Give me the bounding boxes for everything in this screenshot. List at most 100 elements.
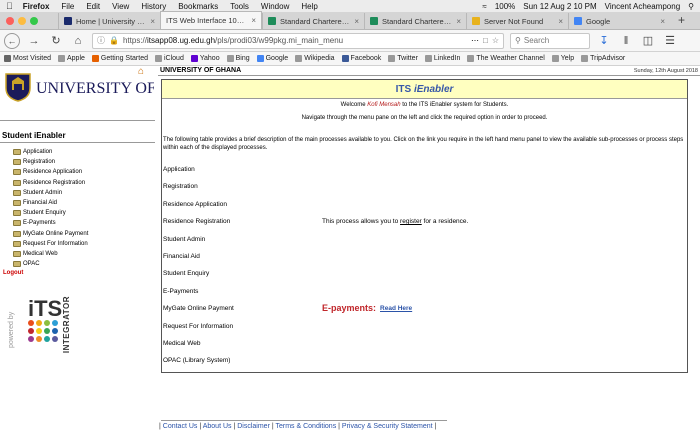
close-tab-icon[interactable]: × (354, 17, 359, 26)
globe-icon (551, 55, 559, 62)
menu-item-residence-application[interactable]: Residence Application (13, 167, 155, 177)
search-input[interactable]: ⚲ Search (510, 32, 590, 49)
about-us-link[interactable]: About Us (203, 423, 232, 430)
bookmark-most-visited[interactable]: Most Visited (4, 55, 51, 62)
bookmark-google[interactable]: Google (256, 55, 288, 62)
forward-button[interactable]: → (26, 35, 42, 47)
minimize-window-button[interactable] (18, 17, 26, 25)
clock[interactable]: Sun 12 Aug 2 10 PM (523, 2, 596, 11)
menu-window[interactable]: Window (261, 2, 289, 11)
bookmark-getting-started[interactable]: Getting Started (91, 55, 148, 62)
back-button[interactable]: ← (4, 32, 20, 49)
library-icon[interactable]: ‖ (618, 35, 634, 47)
its-logo-text: iTS (28, 296, 63, 321)
disclaimer-link[interactable]: Disclaimer (237, 423, 270, 430)
contact-us-link[interactable]: Contact Us (163, 423, 198, 430)
globe-icon (424, 55, 432, 62)
bookmark-yelp[interactable]: Yelp (551, 55, 574, 62)
menu-item-residence-registration[interactable]: Residence Registration (13, 178, 155, 188)
e-payments-label: E-payments: (322, 303, 377, 314)
process-list: Application Registration Residence Appli… (162, 166, 687, 375)
privacy-link[interactable]: Privacy & Security Statement (342, 423, 433, 430)
menu-item-request-for-information[interactable]: Request For Information (13, 239, 155, 249)
menu-item-mygate-online-payment[interactable]: MyGate Online Payment (13, 229, 155, 239)
menu-item-financial-aid[interactable]: Financial Aid (13, 198, 155, 208)
integrator-text: INTEGRATOR (62, 296, 71, 354)
menu-bookmarks[interactable]: Bookmarks (178, 2, 218, 11)
close-window-button[interactable] (6, 17, 14, 25)
tab-standard-chartered-2[interactable]: Standard Chartered | O × (364, 13, 466, 29)
navigation-hint: Navigate through the menu pane on the le… (301, 115, 548, 121)
search-icon: ⚲ (515, 36, 521, 45)
home-button[interactable]: ⌂ (70, 35, 86, 47)
menu-item-medical-web[interactable]: Medical Web (13, 249, 155, 259)
user-name[interactable]: Vincent Acheampong (605, 2, 680, 11)
bookmark-bing[interactable]: Bing (226, 55, 250, 62)
read-here-link[interactable]: Read Here (380, 305, 412, 312)
register-link[interactable]: register (400, 218, 422, 225)
lock-icon: 🔒 (109, 36, 119, 45)
spotlight-icon[interactable]: ⚲ (688, 2, 694, 11)
menu-file[interactable]: File (61, 2, 74, 11)
bookmark-apple[interactable]: Apple (58, 55, 85, 62)
menu-item-student-enquiry[interactable]: Student Enquiry (13, 208, 155, 218)
more-actions-icon[interactable]: ⋯ (471, 36, 479, 45)
menu-edit[interactable]: Edit (86, 2, 100, 11)
menu-item-registration[interactable]: Registration (13, 157, 155, 167)
info-icon[interactable]: ⓘ (97, 35, 105, 46)
menu-item-e-payments[interactable]: E-Payments (13, 218, 155, 228)
bookmark-weather-channel[interactable]: The Weather Channel (467, 55, 545, 62)
app-menu[interactable]: Firefox (23, 2, 50, 11)
main-panel: ITS iEnabler Welcome Kofi Mensah to the … (161, 79, 688, 373)
menu-tools[interactable]: Tools (230, 2, 249, 11)
tab-server-not-found[interactable]: Server Not Found × (466, 13, 568, 29)
download-icon[interactable]: ↧ (596, 34, 612, 47)
menu-icon[interactable]: ☰ (662, 34, 678, 47)
menu-item-student-admin[interactable]: Student Admin (13, 188, 155, 198)
close-tab-icon[interactable]: × (251, 16, 256, 25)
wifi-icon[interactable]: ≈ (482, 2, 486, 11)
menu-help[interactable]: Help (301, 2, 317, 11)
process-row: Application (163, 166, 195, 173)
menu-item-opac[interactable]: OPAC (13, 259, 155, 269)
bookmark-wikipedia[interactable]: Wikipedia (295, 55, 335, 62)
battery-level[interactable]: 100% (495, 2, 515, 11)
bookmark-yahoo[interactable]: Yahoo (190, 55, 220, 62)
url-bar[interactable]: ⓘ 🔒 https://itsapp08.ug.edu.gh/pls/prodi… (92, 32, 504, 49)
tab-its-web[interactable]: ITS Web Interface 1048251× (160, 11, 262, 29)
bookmark-linkedin[interactable]: LinkedIn (424, 55, 460, 62)
bookmark-icloud[interactable]: iCloud (155, 55, 184, 62)
close-tab-icon[interactable]: × (456, 17, 461, 26)
sidebar-icon[interactable]: ◫ (640, 34, 656, 47)
menu-item-application[interactable]: Application (13, 147, 155, 157)
tab-standard-chartered-1[interactable]: Standard Chartered: Fo × (262, 13, 364, 29)
process-row: Financial Aid (163, 252, 200, 260)
bookmark-tripadvisor[interactable]: TripAdvisor (581, 55, 625, 62)
bookmark-twitter[interactable]: Twitter (388, 55, 418, 62)
nav-toolbar: ← → ↻ ⌂ ⓘ 🔒 https://itsapp08.ug.edu.gh/p… (0, 30, 700, 52)
new-tab-button[interactable]: + (670, 13, 693, 29)
zoom-window-button[interactable] (30, 17, 38, 25)
tab-google[interactable]: Google × (568, 13, 670, 29)
favicon-icon (64, 17, 72, 25)
logo-area: UNIVERSITY OF GHANA ⌂ (0, 66, 155, 121)
logout-link[interactable]: Logout (0, 270, 155, 276)
bookmark-star-icon[interactable]: ☆ (492, 36, 499, 45)
apple-icon[interactable]:  (6, 1, 13, 11)
home-icon[interactable]: ⌂ (138, 66, 144, 77)
globe-icon (226, 55, 234, 62)
menu-view[interactable]: View (112, 2, 129, 11)
menu-history[interactable]: History (141, 2, 166, 11)
yahoo-icon (190, 55, 198, 62)
tab-ug-home[interactable]: Home | University of Gh× (58, 13, 160, 29)
close-tab-icon[interactable]: × (150, 17, 155, 26)
page-content: UNIVERSITY OF GHANA ⌂ Student iEnabler A… (0, 66, 700, 437)
reload-button[interactable]: ↻ (48, 34, 64, 47)
terms-link[interactable]: Terms & Conditions (276, 423, 337, 430)
process-row: E-Payments (163, 287, 199, 295)
close-tab-icon[interactable]: × (660, 17, 665, 26)
url-text[interactable]: https://itsapp08.ug.edu.gh/pls/prodi03/w… (123, 36, 467, 45)
close-tab-icon[interactable]: × (558, 17, 563, 26)
pocket-icon[interactable]: □ (483, 36, 488, 45)
bookmark-facebook[interactable]: Facebook (341, 55, 381, 62)
